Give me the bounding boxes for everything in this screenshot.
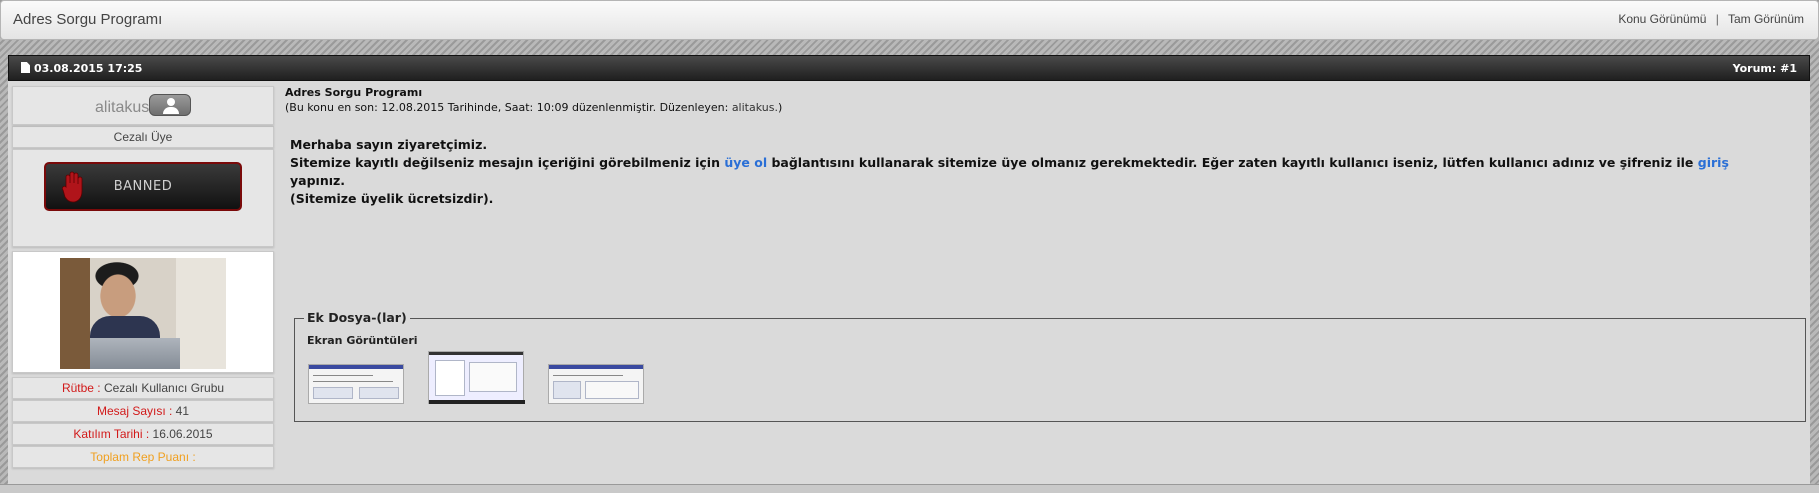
message-greeting: Merhaba sayın ziyaretçimiz. (290, 137, 488, 152)
username[interactable]: alitakus (95, 99, 149, 117)
post-container: 03.08.2015 17:25 Yorum: #1 alitakus Ceza… (8, 55, 1810, 485)
attachment-thumb-2[interactable] (428, 351, 525, 404)
post-date-text: 03.08.2015 17:25 (34, 62, 143, 75)
post-message: Merhaba sayın ziyaretçimiz. Sitemize kay… (290, 136, 1760, 208)
posts-label: Mesaj Sayısı : (96, 404, 176, 418)
edit-notice: (Bu konu en son: 12.08.2015 Tarihinde, S… (285, 101, 1805, 114)
edit-notice-text: (Bu konu en son: 12.08.2015 Tarihinde, S… (285, 101, 732, 114)
rep-label: Toplam Rep Puanı : (90, 450, 196, 464)
post-date: 03.08.2015 17:25 (21, 62, 142, 75)
rank-label: Rütbe : (61, 381, 104, 395)
user-icon[interactable] (149, 94, 191, 116)
full-view-link[interactable]: Tam Görünüm (1728, 12, 1804, 26)
banned-badge: BANNED (44, 162, 242, 211)
login-link[interactable]: giriş (1698, 155, 1729, 170)
post-header: 03.08.2015 17:25 Yorum: #1 (8, 55, 1810, 81)
top-header-bar: Adres Sorgu Programı Konu Görünümü | Tam… (0, 0, 1819, 40)
link-separator: | (1715, 12, 1719, 26)
editor-link[interactable]: alitakus. (732, 101, 778, 114)
message-text-b: bağlantısını kullanarak sitemize üye olm… (767, 155, 1698, 170)
user-sidebar: alitakus Cezalı Üye BANNED Rütbe : Cezal… (12, 86, 274, 468)
attachments-legend: Ek Dosya-(lar) (304, 310, 410, 325)
posts-value: 41 (175, 404, 190, 418)
banned-box: BANNED (12, 149, 274, 247)
joined-label: Katılım Tarihi : (73, 427, 153, 441)
document-icon (21, 62, 30, 73)
username-box: alitakus (12, 86, 274, 125)
hand-stop-icon (62, 171, 83, 203)
message-body: Sitemize kayıtlı değilseniz mesajın içer… (290, 154, 1760, 190)
message-note: (Sitemize üyelik ücretsizdir). (290, 191, 494, 206)
attachments-subtitle: Ekran Görüntüleri (307, 334, 418, 347)
user-join-date: Katılım Tarihi : 16.06.2015 (12, 423, 274, 445)
register-link[interactable]: üye ol (724, 155, 767, 170)
attachment-thumb-3[interactable] (548, 364, 644, 404)
edit-notice-end: ) (777, 101, 783, 114)
thread-view-link[interactable]: Konu Görünümü (1618, 12, 1706, 26)
post-title: Adres Sorgu Programı (285, 86, 423, 99)
user-rep-points: Toplam Rep Puanı : (12, 446, 274, 468)
user-rank: Rütbe : Cezalı Kullanıcı Grubu (12, 377, 274, 399)
joined-value: 16.06.2015 (152, 427, 213, 441)
user-role: Cezalı Üye (12, 126, 274, 148)
message-text-a: Sitemize kayıtlı değilseniz mesajın içer… (290, 155, 725, 170)
attachments-fieldset: Ek Dosya-(lar) Ekran Görüntüleri (294, 310, 1806, 422)
avatar-box (12, 251, 274, 373)
avatar[interactable] (60, 258, 226, 369)
view-links: Konu Görünümü | Tam Görünüm (1618, 12, 1804, 26)
footer-divider (0, 484, 1819, 493)
forum-title: Adres Sorgu Programı (13, 11, 163, 28)
banned-label: BANNED (113, 179, 173, 194)
comment-number[interactable]: Yorum: #1 (1733, 62, 1797, 75)
user-post-count: Mesaj Sayısı : 41 (12, 400, 274, 422)
message-text-c: yapınız. (290, 173, 346, 188)
rank-value: Cezalı Kullanıcı Grubu (103, 381, 225, 395)
attachment-thumb-1[interactable] (308, 364, 404, 404)
post-content: Adres Sorgu Programı (Bu konu en son: 12… (285, 86, 1805, 208)
